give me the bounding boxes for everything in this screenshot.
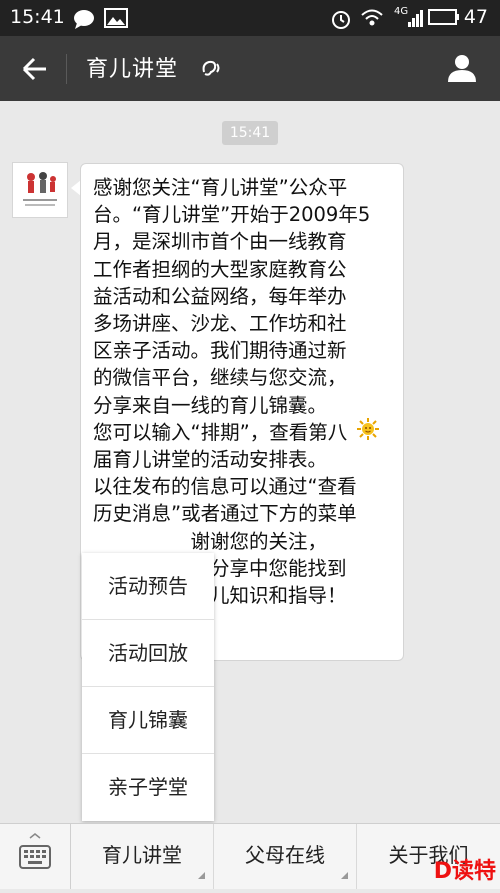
menu-button-label: 父母在线 <box>245 843 325 867</box>
sun-emoji-icon <box>357 418 379 440</box>
keyboard-toggle-button[interactable] <box>0 824 71 889</box>
title-bar: 育儿讲堂 <box>0 36 500 101</box>
watermark: D读特 <box>433 859 496 884</box>
image-icon <box>104 8 128 28</box>
avatar[interactable] <box>12 162 68 218</box>
submenu-indicator-icon <box>341 872 348 879</box>
message-text: 感谢您关注“育儿讲堂”公众平 台。“育儿讲堂”开始于2009年5 月，是深圳市首… <box>93 176 371 608</box>
signal-icon <box>408 10 423 27</box>
wifi-icon <box>361 9 383 26</box>
status-bar: 15:41 4G 47 <box>0 0 500 36</box>
back-arrow-icon[interactable] <box>20 54 50 84</box>
menu-button-label: 育儿讲堂 <box>102 843 182 867</box>
alarm-icon <box>332 11 350 29</box>
page-title: 育儿讲堂 <box>86 57 179 82</box>
submenu-indicator-icon <box>198 872 205 879</box>
profile-icon[interactable] <box>446 52 478 84</box>
menu-button-lecture[interactable]: 育儿讲堂 <box>71 824 214 889</box>
keyboard-icon <box>19 833 51 869</box>
submenu-item-activity-replay[interactable]: 活动回放 <box>82 620 214 687</box>
submenu-popup: 活动预告 活动回放 育儿锦囊 亲子学堂 <box>82 553 214 821</box>
submenu-item-activity-preview[interactable]: 活动预告 <box>82 553 214 620</box>
submenu-item-parenting-tips[interactable]: 育儿锦囊 <box>82 687 214 754</box>
ear-icon[interactable] <box>200 58 222 78</box>
network-type: 4G <box>394 6 409 17</box>
popup-arrow <box>138 813 154 821</box>
menu-button-parents-online[interactable]: 父母在线 <box>214 824 357 889</box>
logo-image <box>23 172 57 206</box>
submenu-item-parent-child-class[interactable]: 亲子学堂 <box>82 754 214 820</box>
message-icon <box>74 10 94 29</box>
title-divider <box>66 54 67 84</box>
chat-timestamp: 15:41 <box>222 121 278 145</box>
bottom-menu-bar: 育儿讲堂 父母在线 关于我们 D读特 <box>0 823 500 889</box>
battery-level: 47 <box>463 6 488 28</box>
battery-icon <box>428 9 459 25</box>
status-time: 15:41 <box>10 6 65 28</box>
